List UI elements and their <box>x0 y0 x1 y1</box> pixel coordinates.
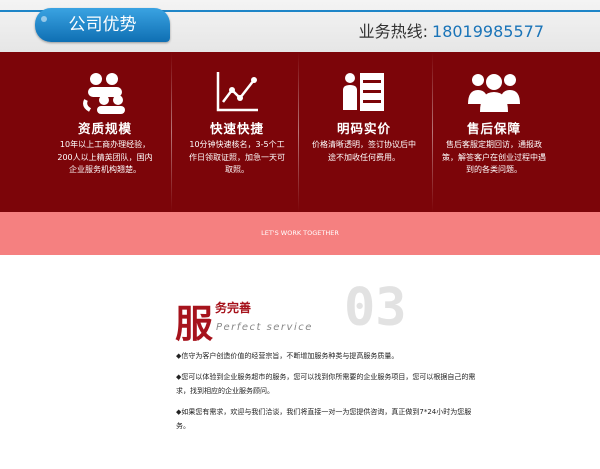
feature-title: 快速快捷 <box>209 121 264 136</box>
company-advantage-tab[interactable]: 公司优势 <box>35 8 170 42</box>
team-icon <box>468 74 520 112</box>
feature-title: 明码实价 <box>336 121 391 136</box>
divider <box>298 52 299 212</box>
divider <box>432 52 433 212</box>
hotline-number[interactable]: 18019985577 <box>432 22 544 41</box>
service-title-big: 服 <box>175 302 214 346</box>
service-list: ◆信守为客户创造价值的经营宗旨，不断增加服务种类与提高服务质量。 ◆您可以体验到… <box>176 349 476 440</box>
work-together-banner: LET'S WORK TOGETHER <box>0 212 600 255</box>
banner-text: LET'S WORK TOGETHER <box>261 229 339 237</box>
feature-desc: 售后客服定期回访，通报政策，解答客户在创业过程中遇到的各类问题。 <box>442 140 546 174</box>
service-title-cn: 务完善 <box>215 301 252 315</box>
chart-icon <box>216 72 258 112</box>
feature-speed: 快速快捷 10分钟快速核名，3-5个工作日领取证照，加急一天可取照。 <box>182 52 292 212</box>
feature-qualification: 资质规模 10年以上工商办理经验，200人以上精英团队，国内企业服务机构翘楚。 <box>50 52 160 212</box>
hotline-label: 业务热线: <box>358 22 429 41</box>
feature-desc: 10分钟快速核名，3-5个工作日领取证照，加急一天可取照。 <box>189 140 285 174</box>
list-item: ◆信守为客户创造价值的经营宗旨，不断增加服务种类与提高服务质量。 <box>176 352 399 360</box>
feature-title: 资质规模 <box>77 121 132 136</box>
section-number: 03 <box>344 278 407 338</box>
tab-label: 公司优势 <box>68 15 137 35</box>
feature-after-sales: 售后保障 售后客服定期回访，通报政策，解答客户在创业过程中遇到的各类问题。 <box>438 52 550 212</box>
hotline: 业务热线: 18019985577 <box>359 18 544 42</box>
divider <box>171 52 172 212</box>
feature-desc: 10年以上工商办理经验，200人以上精英团队，国内企业服务机构翘楚。 <box>57 140 153 174</box>
feature-band: 资质规模 10年以上工商办理经验，200人以上精英团队，国内企业服务机构翘楚。 … <box>0 52 600 212</box>
list-item: ◆如果您有需求，欢迎与我们洽谈，我们将直接一对一为您提供咨询，真正做到7*24小… <box>176 408 472 430</box>
service-title-en: Perfect service <box>216 322 313 333</box>
price-list-icon <box>343 73 384 111</box>
list-item: ◆您可以体验到企业服务超市的服务，您可以找到你所需要的企业服务项目，您可以根据自… <box>176 373 476 395</box>
feature-desc: 价格清晰透明，签订协议后中途不加收任何费用。 <box>312 140 416 162</box>
top-bar: 公司优势 业务热线: 18019985577 <box>0 0 600 52</box>
feature-title: 售后保障 <box>466 121 521 136</box>
people-icon <box>83 73 125 114</box>
feature-clear-price: 明码实价 价格清晰透明，签订协议后中途不加收任何费用。 <box>308 52 420 212</box>
